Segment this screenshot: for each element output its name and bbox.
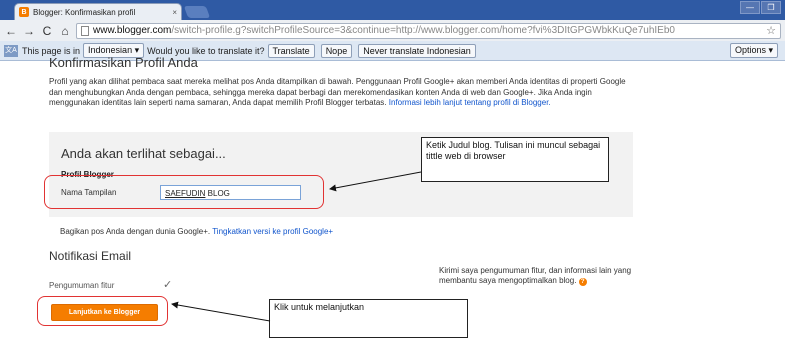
options-button[interactable]: Options ▾ bbox=[729, 43, 778, 58]
feature-description: Kirimi saya pengumuman fitur, dan inform… bbox=[439, 266, 637, 286]
tab-close-icon[interactable]: × bbox=[172, 8, 177, 17]
reload-icon[interactable]: C bbox=[40, 24, 54, 38]
address-bar[interactable]: www.blogger.com /switch-profile.g?switch… bbox=[76, 22, 781, 39]
share-text: Bagikan pos Anda dengan dunia Google+. bbox=[60, 227, 211, 236]
email-notification-heading: Notifikasi Email bbox=[49, 249, 132, 263]
tab-strip: B Blogger: Konfirmasikan profil × — ❐ bbox=[0, 0, 785, 20]
feature-description-text: Kirimi saya pengumuman fitur, dan inform… bbox=[439, 266, 632, 285]
translate-icon: 文A bbox=[4, 44, 18, 57]
translate-button[interactable]: Translate bbox=[267, 43, 315, 58]
back-icon[interactable]: ← bbox=[4, 24, 18, 38]
window-controls: — ❐ bbox=[739, 1, 781, 14]
callout-continue: Klik untuk melanjutkan bbox=[269, 299, 468, 338]
callout-blog-title: Ketik Judul blog. Tulisan ini muncul seb… bbox=[421, 137, 609, 182]
home-icon[interactable]: ⌂ bbox=[58, 24, 72, 38]
new-tab-button[interactable] bbox=[183, 6, 211, 18]
upgrade-google-plus-link[interactable]: Tingkatkan versi ke profil Google+ bbox=[212, 227, 333, 236]
maximize-button[interactable]: ❐ bbox=[761, 1, 781, 14]
feature-checkbox[interactable]: ✓ bbox=[163, 278, 172, 291]
nope-button[interactable]: Nope bbox=[320, 43, 353, 58]
feature-announcement-label: Pengumuman fitur bbox=[49, 281, 115, 290]
profile-info-link[interactable]: Informasi lebih lanjut tentang profil di… bbox=[389, 98, 551, 107]
highlight-ring-name-input bbox=[44, 175, 324, 209]
blogger-favicon-icon: B bbox=[19, 7, 29, 17]
tab-title: Blogger: Konfirmasikan profil bbox=[33, 7, 136, 17]
page-title: Konfirmasikan Profil Anda bbox=[49, 55, 198, 70]
forward-icon[interactable]: → bbox=[22, 24, 36, 38]
never-translate-button[interactable]: Never translate Indonesian bbox=[358, 43, 476, 58]
browser-toolbar: ← → C ⌂ www.blogger.com /switch-profile.… bbox=[0, 20, 785, 41]
url-host: www.blogger.com bbox=[93, 25, 172, 36]
share-line: Bagikan pos Anda dengan dunia Google+. T… bbox=[60, 227, 333, 236]
highlight-ring-continue-button bbox=[37, 296, 168, 326]
minimize-button[interactable]: — bbox=[740, 1, 760, 14]
url-path: /switch-profile.g?switchProfileSource=3&… bbox=[171, 25, 675, 36]
page-icon bbox=[81, 25, 89, 36]
browser-tab[interactable]: B Blogger: Konfirmasikan profil × bbox=[14, 3, 182, 20]
panel-heading: Anda akan terlihat sebagai... bbox=[61, 146, 226, 161]
help-icon[interactable]: ? bbox=[578, 278, 587, 286]
bookmark-star-icon[interactable]: ☆ bbox=[763, 24, 776, 37]
intro-paragraph: Profil yang akan dilihat pembaca saat me… bbox=[49, 77, 634, 109]
translate-lead-text: This page is in bbox=[22, 45, 81, 56]
screenshot-root: B Blogger: Konfirmasikan profil × — ❐ ← … bbox=[0, 0, 785, 338]
translate-question: Would you like to translate it? bbox=[147, 45, 265, 56]
